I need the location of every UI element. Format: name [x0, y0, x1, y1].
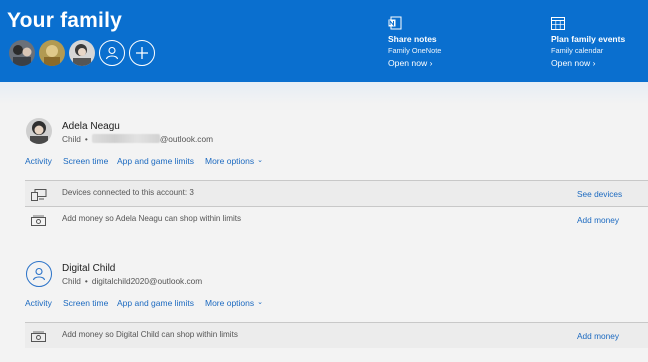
- member-role-line: Child • @outlook.com: [62, 134, 213, 144]
- devices-icon: [31, 188, 47, 206]
- family-header: Your family Share notes Family OneNote O…: [0, 0, 648, 82]
- tab-screen-time[interactable]: Screen time: [63, 298, 108, 308]
- add-person-icon[interactable]: [99, 40, 125, 66]
- devices-row: Devices connected to this account: 3 See…: [25, 180, 648, 206]
- more-options-label: More options: [205, 298, 255, 308]
- add-money-row: Add money so Adela Neagu can shop within…: [25, 206, 648, 232]
- promo-title: Plan family events: [551, 34, 626, 44]
- member-name: Adela Neagu: [62, 121, 120, 132]
- chevron-down-icon: ⌄: [257, 299, 264, 306]
- member-avatar[interactable]: [26, 118, 52, 144]
- member-role: Child: [62, 276, 81, 286]
- money-icon: [31, 214, 47, 232]
- more-options-label: More options: [205, 156, 255, 166]
- redacted-email-blur: [91, 134, 160, 143]
- add-money-link[interactable]: Add money: [577, 331, 619, 341]
- family-member-avatar-1[interactable]: [9, 40, 35, 66]
- tab-activity[interactable]: Activity: [25, 298, 52, 308]
- add-member-icon[interactable]: [129, 40, 155, 66]
- member-role-line: Child • digitalchild2020@outlook.com: [62, 276, 203, 286]
- row-text: Add money so Adela Neagu can shop within…: [62, 214, 242, 223]
- promo-title: Share notes: [388, 34, 437, 44]
- member-email: digitalchild2020@outlook.com: [91, 276, 203, 286]
- family-member-avatar-2[interactable]: [39, 40, 65, 66]
- open-onenote-link[interactable]: Open now ›: [388, 58, 432, 68]
- see-devices-link[interactable]: See devices: [577, 189, 622, 199]
- money-icon: [31, 330, 47, 348]
- onenote-icon: [388, 16, 402, 35]
- more-options-dropdown[interactable]: More options ⌄: [205, 298, 263, 308]
- more-options-dropdown[interactable]: More options ⌄: [205, 156, 263, 166]
- tab-app-game-limits[interactable]: App and game limits: [117, 156, 194, 166]
- row-text: Devices connected to this account: 3: [62, 188, 194, 197]
- promo-subtitle: Family OneNote: [388, 46, 442, 55]
- page-title: Your family: [7, 9, 123, 32]
- tab-activity[interactable]: Activity: [25, 156, 52, 166]
- header-fade: [0, 82, 648, 104]
- tab-app-game-limits[interactable]: App and game limits: [117, 298, 194, 308]
- add-money-row: Add money so Digital Child can shop with…: [25, 322, 648, 348]
- promo-subtitle: Family calendar: [551, 46, 604, 55]
- row-text: Add money so Digital Child can shop with…: [62, 330, 238, 339]
- member-role: Child: [62, 134, 81, 144]
- chevron-down-icon: ⌄: [257, 157, 264, 164]
- member-name: Digital Child: [62, 263, 116, 274]
- calendar-icon: [551, 16, 565, 35]
- family-member-avatar-3[interactable]: [69, 40, 95, 66]
- person-avatar-icon[interactable]: [26, 261, 52, 287]
- tab-screen-time[interactable]: Screen time: [63, 156, 108, 166]
- member-email: @outlook.com: [159, 134, 213, 144]
- add-money-link[interactable]: Add money: [577, 215, 619, 225]
- open-calendar-link[interactable]: Open now ›: [551, 58, 595, 68]
